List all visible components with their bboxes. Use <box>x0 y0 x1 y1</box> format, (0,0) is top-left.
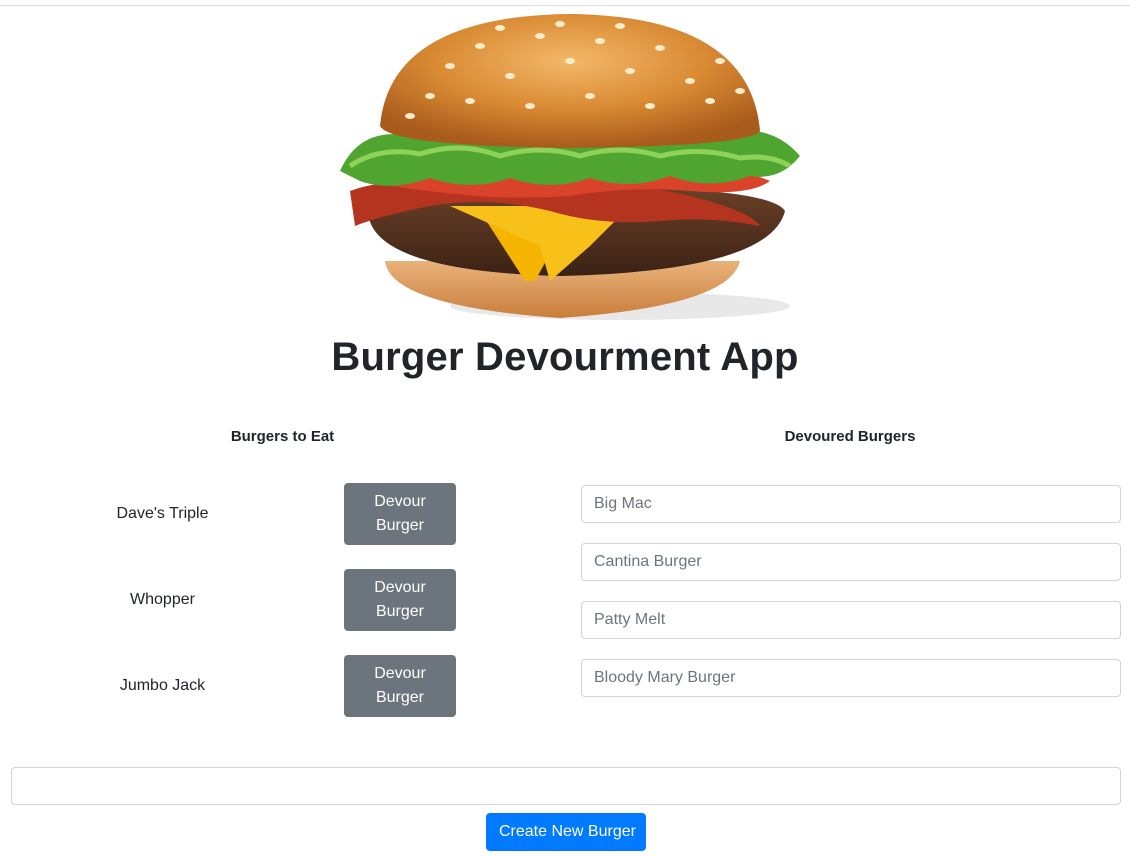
list-item: Dave's Triple Devour Burger <box>0 483 565 545</box>
devour-burger-button[interactable]: Devour Burger <box>344 655 456 717</box>
burger-name: Dave's Triple <box>116 505 209 522</box>
page-title: Burger Devourment App <box>331 335 799 379</box>
create-new-burger-button[interactable]: Create New Burger <box>486 813 646 851</box>
devoured-burger-field: Cantina Burger <box>581 543 1121 581</box>
devoured-burger-field: Big Mac <box>581 485 1121 523</box>
list-item: Whopper Devour Burger <box>0 569 565 631</box>
devoured-burgers-heading: Devoured Burgers <box>784 428 916 445</box>
devoured-burger-field: Bloody Mary Burger <box>581 659 1121 697</box>
burgers-to-eat-heading: Burgers to Eat <box>230 428 335 445</box>
devour-burger-button[interactable]: Devour Burger <box>344 569 456 631</box>
burger-name: Jumbo Jack <box>119 677 206 694</box>
new-burger-input[interactable] <box>11 767 1121 805</box>
burger-name: Whopper <box>130 591 195 608</box>
devoured-burger-field: Patty Melt <box>581 601 1121 639</box>
burger-hero-image <box>340 14 800 320</box>
devour-burger-button[interactable]: Devour Burger <box>344 483 456 545</box>
list-item: Jumbo Jack Devour Burger <box>0 655 565 717</box>
